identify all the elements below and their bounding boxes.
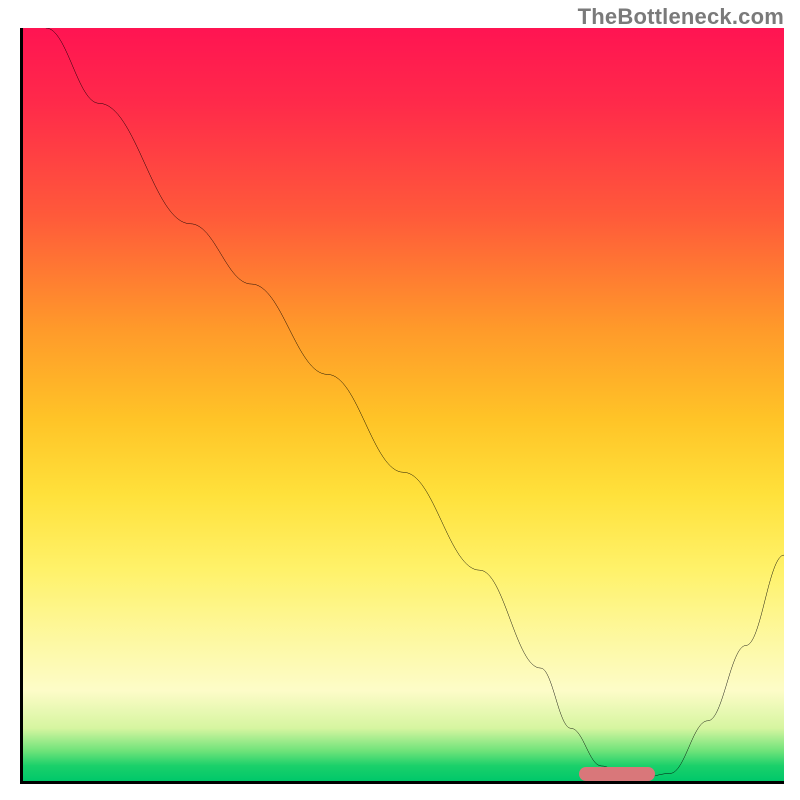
plot-area (20, 28, 784, 784)
chart-stage: TheBottleneck.com (0, 0, 800, 800)
optimal-range-marker (579, 767, 655, 781)
watermark-text: TheBottleneck.com (578, 4, 784, 30)
bottleneck-curve (23, 28, 784, 781)
curve-path (46, 28, 784, 781)
